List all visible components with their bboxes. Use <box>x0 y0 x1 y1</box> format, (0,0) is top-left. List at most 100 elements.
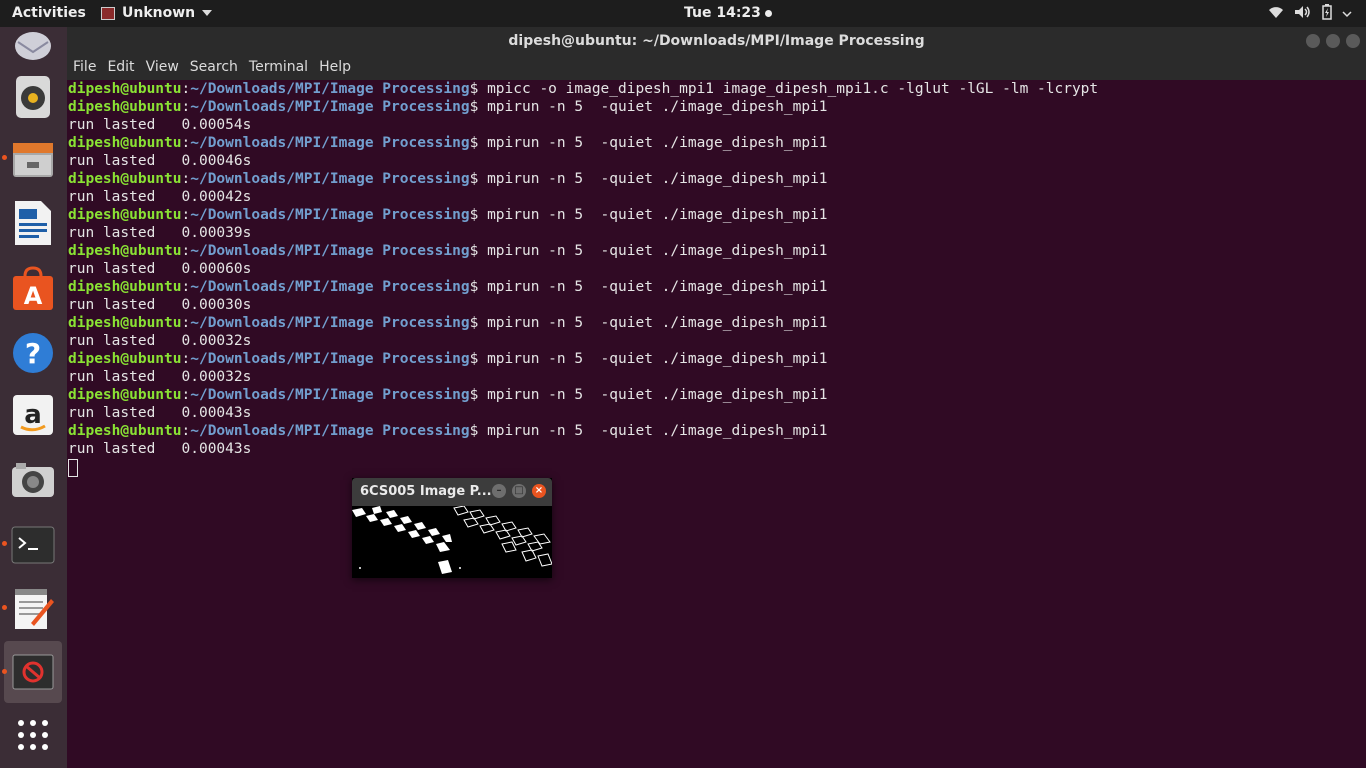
minimize-button[interactable] <box>1306 34 1320 48</box>
terminal-prompt-line: dipesh@ubuntu:~/Downloads/MPI/Image Proc… <box>68 134 1098 152</box>
text-editor-launcher[interactable] <box>2 583 59 635</box>
svg-text:?: ? <box>25 337 41 370</box>
maximize-button[interactable]: □ <box>512 484 526 498</box>
help-launcher[interactable]: ? <box>7 327 59 379</box>
image-window-title: 6CS005 Image P... <box>360 484 492 499</box>
camera-launcher[interactable] <box>7 455 59 507</box>
close-button[interactable]: × <box>532 484 546 498</box>
timing-value: 0.00054s <box>181 117 252 133</box>
notification-dot-icon <box>764 9 772 17</box>
prompt-user: dipesh@ubuntu <box>68 315 182 331</box>
mail-launcher[interactable] <box>7 17 59 69</box>
image-viewer-launcher[interactable] <box>2 641 62 703</box>
prompt-end: $ <box>469 135 488 151</box>
timing-value: 0.00032s <box>181 333 252 349</box>
camera-icon <box>12 463 54 497</box>
amazon-launcher[interactable]: a <box>7 389 59 441</box>
prompt-end: $ <box>469 423 488 439</box>
svg-text:a: a <box>24 400 42 430</box>
terminal-output-line: run lasted 0.00039s <box>68 224 1098 242</box>
prompt-path: ~/Downloads/MPI/Image Processing <box>190 279 470 295</box>
command-text: mpirun -n 5 -quiet ./image_dipesh_mpi1 <box>487 135 828 151</box>
terminal-prompt-line: dipesh@ubuntu:~/Downloads/MPI/Image Proc… <box>68 350 1098 368</box>
prompt-path: ~/Downloads/MPI/Image Processing <box>190 81 470 97</box>
terminal-menubar: File Edit View Search Terminal Help <box>67 55 1366 80</box>
terminal-launcher[interactable] <box>2 519 59 571</box>
window-title: dipesh@ubuntu: ~/Downloads/MPI/Image Pro… <box>508 33 925 49</box>
output-prefix: run lasted <box>68 261 182 277</box>
prompt-path: ~/Downloads/MPI/Image Processing <box>190 351 470 367</box>
terminal-lines: dipesh@ubuntu:~/Downloads/MPI/Image Proc… <box>68 80 1098 477</box>
rhythmbox-launcher[interactable] <box>7 71 59 123</box>
menu-search[interactable]: Search <box>184 55 243 80</box>
system-tray[interactable] <box>1268 4 1352 24</box>
software-center-icon: A <box>13 266 53 310</box>
menu-edit[interactable]: Edit <box>101 55 139 80</box>
menu-terminal[interactable]: Terminal <box>243 55 313 80</box>
prompt-end: $ <box>469 351 488 367</box>
help-icon: ? <box>13 333 53 373</box>
terminal-icon <box>11 526 55 564</box>
terminal-prompt-line: dipesh@ubuntu:~/Downloads/MPI/Image Proc… <box>68 314 1098 332</box>
terminal-output-line: run lasted 0.00043s <box>68 440 1098 458</box>
files-launcher[interactable] <box>2 133 59 185</box>
output-prefix: run lasted <box>68 405 182 421</box>
chevron-down-icon <box>202 10 213 16</box>
output-prefix: run lasted <box>68 225 182 241</box>
prompt-separator: : <box>181 351 191 367</box>
cursor-line <box>68 458 1098 477</box>
wifi-icon[interactable] <box>1268 5 1284 23</box>
terminal-prompt-line: dipesh@ubuntu:~/Downloads/MPI/Image Proc… <box>68 386 1098 404</box>
prompt-end: $ <box>469 243 488 259</box>
output-prefix: run lasted <box>68 117 182 133</box>
prompt-path: ~/Downloads/MPI/Image Processing <box>190 171 470 187</box>
output-prefix: run lasted <box>68 369 182 385</box>
command-text: mpirun -n 5 -quiet ./image_dipesh_mpi1 <box>487 387 828 403</box>
terminal-output-line: run lasted 0.00032s <box>68 332 1098 350</box>
power-menu-icon[interactable] <box>1342 6 1352 22</box>
prompt-user: dipesh@ubuntu <box>68 279 182 295</box>
prompt-separator: : <box>181 279 191 295</box>
prompt-end: $ <box>469 99 488 115</box>
command-text: mpirun -n 5 -quiet ./image_dipesh_mpi1 <box>487 315 828 331</box>
image-window-titlebar[interactable]: 6CS005 Image P... – □ × <box>352 478 552 506</box>
timing-value: 0.00030s <box>181 297 252 313</box>
volume-icon[interactable] <box>1294 5 1312 23</box>
menu-view[interactable]: View <box>140 55 184 80</box>
running-indicator <box>2 155 7 160</box>
output-prefix: run lasted <box>68 333 182 349</box>
timing-value: 0.00039s <box>181 225 252 241</box>
software-center-launcher[interactable]: A <box>7 263 59 315</box>
menu-file[interactable]: File <box>67 55 101 80</box>
menu-help[interactable]: Help <box>313 55 356 80</box>
prompt-path: ~/Downloads/MPI/Image Processing <box>190 315 470 331</box>
show-apps-button[interactable] <box>7 709 59 761</box>
prompt-end: $ <box>469 315 488 331</box>
writer-icon <box>15 201 51 245</box>
command-text: mpirun -n 5 -quiet ./image_dipesh_mpi1 <box>487 99 828 115</box>
output-prefix: run lasted <box>68 189 182 205</box>
running-indicator <box>2 669 7 674</box>
prompt-user: dipesh@ubuntu <box>68 99 182 115</box>
prompt-end: $ <box>469 387 488 403</box>
app-menu[interactable]: Unknown <box>101 5 213 21</box>
prompt-separator: : <box>181 243 191 259</box>
terminal-titlebar[interactable]: dipesh@ubuntu: ~/Downloads/MPI/Image Pro… <box>67 27 1366 55</box>
terminal-output[interactable]: dipesh@ubuntu:~/Downloads/MPI/Image Proc… <box>67 80 1366 768</box>
close-button[interactable] <box>1346 34 1360 48</box>
terminal-output-line: run lasted 0.00043s <box>68 404 1098 422</box>
image-viewer-icon <box>12 654 54 690</box>
writer-launcher[interactable] <box>7 197 59 249</box>
prompt-path: ~/Downloads/MPI/Image Processing <box>190 135 470 151</box>
image-window[interactable]: 6CS005 Image P... – □ × <box>352 478 552 578</box>
prompt-end: $ <box>469 171 488 187</box>
svg-text:A: A <box>24 282 43 310</box>
clock[interactable]: Tue 14:23 <box>684 5 772 21</box>
battery-icon[interactable] <box>1322 4 1332 24</box>
app-menu-label: Unknown <box>122 5 196 21</box>
maximize-button[interactable] <box>1326 34 1340 48</box>
minimize-button[interactable]: – <box>492 484 506 498</box>
prompt-separator: : <box>181 135 191 151</box>
timing-value: 0.00046s <box>181 153 252 169</box>
prompt-separator: : <box>181 315 191 331</box>
